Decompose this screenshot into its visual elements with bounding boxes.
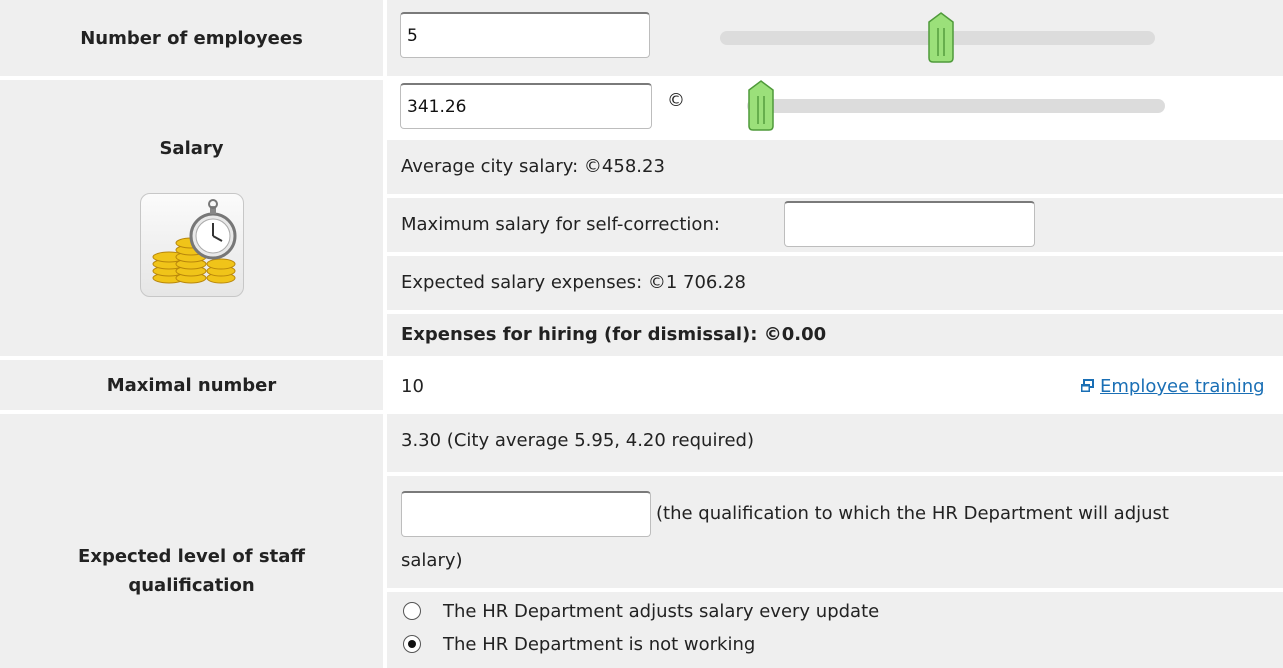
maximal-label: Maximal number	[106, 374, 277, 396]
open-window-icon	[1081, 379, 1094, 392]
qualification-summary: 3.30 (City average 5.95, 4.20 required)	[401, 430, 754, 451]
hr-adjusts-label: The HR Department adjusts salary every u…	[443, 601, 880, 622]
salary-input[interactable]	[400, 83, 652, 129]
maximal-label-cell: Maximal number	[0, 360, 383, 410]
salary-label-cell: Salary	[0, 80, 383, 356]
hiring-expenses-cell: Expenses for hiring (for dismissal): ©0.…	[387, 314, 1283, 356]
employees-input[interactable]	[400, 12, 650, 58]
employees-value-cell	[387, 0, 1283, 76]
max-self-correction-cell: Maximum salary for self-correction:	[387, 198, 1283, 252]
maximal-value-cell: 10 Employee training	[387, 360, 1283, 410]
max-self-correction-label: Maximum salary for self-correction:	[401, 214, 720, 235]
expected-expenses: Expected salary expenses: ©1 706.28	[401, 272, 747, 293]
hr-not-working-radio[interactable]	[403, 635, 421, 653]
hr-adjusts-radio[interactable]	[403, 602, 421, 620]
avg-city-salary-cell: Average city salary: ©458.23	[387, 140, 1283, 194]
qualification-hint-cont: salary)	[401, 550, 463, 571]
currency-symbol: ©	[667, 90, 685, 111]
qualification-input[interactable]	[401, 491, 651, 537]
max-self-correction-input[interactable]	[784, 201, 1035, 247]
expected-expenses-cell: Expected salary expenses: ©1 706.28	[387, 256, 1283, 310]
employees-slider-thumb[interactable]	[927, 12, 955, 64]
qualification-hint: (the qualification to which the HR Depar…	[656, 503, 1169, 524]
hiring-expenses: Expenses for hiring (for dismissal): ©0.…	[401, 324, 827, 345]
employees-label: Number of employees	[80, 27, 303, 49]
employees-label-cell: Number of employees	[0, 0, 383, 76]
employee-settings-table: Number of employees Salary	[0, 0, 1283, 668]
salary-slider-thumb[interactable]	[747, 80, 775, 132]
salary-label: Salary	[159, 138, 224, 159]
qualification-label: Expected level of staff qualification	[78, 546, 305, 596]
coins-stopwatch-icon	[139, 193, 244, 297]
salary-input-cell: ©	[387, 80, 1283, 136]
avg-city-salary: Average city salary: ©458.23	[401, 156, 665, 177]
qualification-input-cell: (the qualification to which the HR Depar…	[387, 476, 1283, 588]
salary-slider-track[interactable]	[747, 99, 1165, 113]
qualification-label-cell: Expected level of staff qualification	[0, 414, 383, 668]
maximal-value: 10	[401, 376, 424, 397]
hr-mode-cell: The HR Department adjusts salary every u…	[387, 592, 1283, 668]
employee-training-link[interactable]: Employee training	[1080, 376, 1265, 397]
qualification-summary-cell: 3.30 (City average 5.95, 4.20 required)	[387, 414, 1283, 472]
hr-not-working-label: The HR Department is not working	[443, 634, 756, 655]
employee-training-label[interactable]: Employee training	[1100, 376, 1265, 397]
